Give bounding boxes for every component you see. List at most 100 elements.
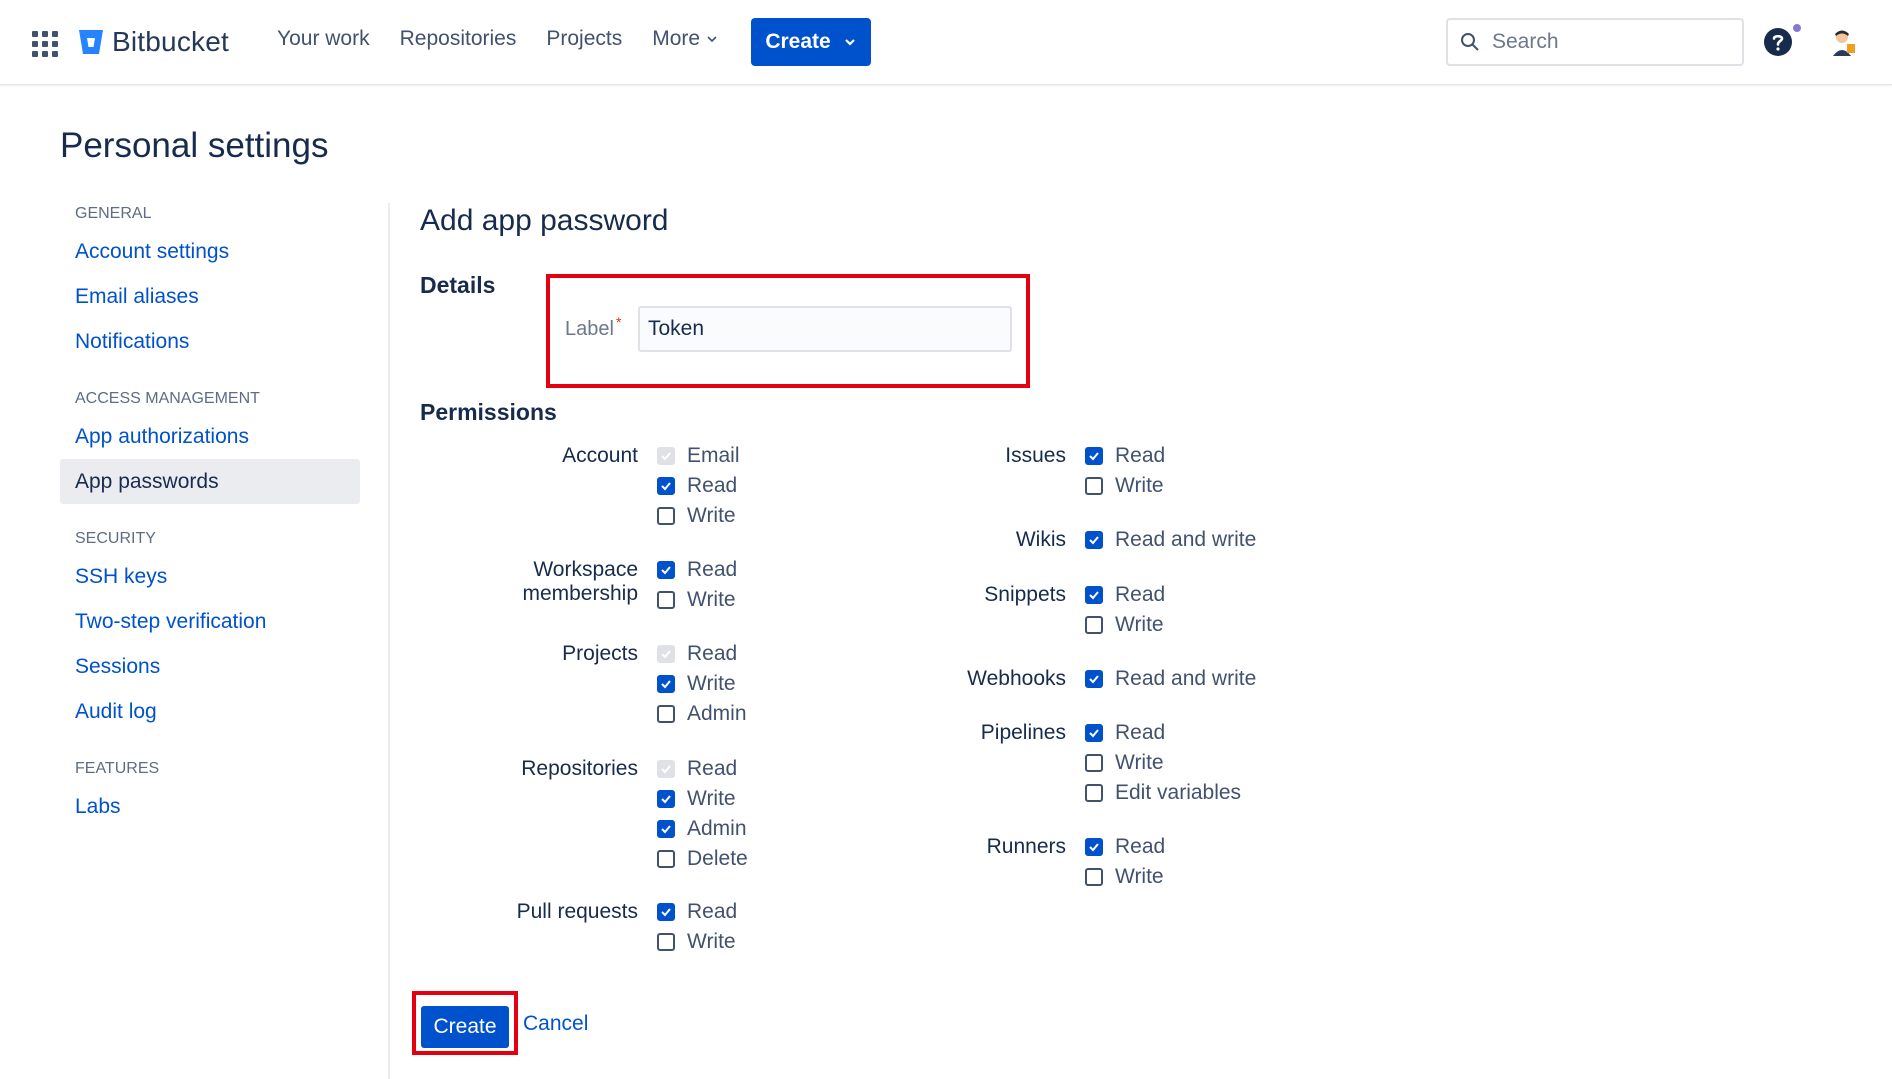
permission-option-label: Read <box>687 558 738 581</box>
checkbox-unchecked-icon[interactable] <box>657 933 675 951</box>
permission-account-write[interactable]: Write <box>657 501 736 531</box>
sidebar-item-ssh-keys[interactable]: SSH keys <box>60 554 360 599</box>
permission-issues-write[interactable]: Write <box>1085 471 1164 501</box>
checkbox-checked-icon[interactable] <box>1085 447 1103 465</box>
permission-issues-read[interactable]: Read <box>1085 441 1165 471</box>
create-button-label: Create <box>765 30 831 53</box>
permission-repositories-write[interactable]: Write <box>657 784 736 814</box>
permission-workspace-membership-read[interactable]: Read <box>657 555 737 585</box>
sidebar-item-notifications[interactable]: Notifications <box>60 319 360 364</box>
checkbox-unchecked-icon[interactable] <box>1085 868 1103 886</box>
checkbox-unchecked-icon[interactable] <box>657 705 675 723</box>
permission-label-wikis: Wikis <box>1015 528 1066 551</box>
permission-repositories-admin[interactable]: Admin <box>657 814 747 844</box>
checkbox-checked-icon[interactable] <box>657 477 675 495</box>
search-icon <box>1461 33 1479 51</box>
permission-label-webhooks: Webhooks <box>967 667 1066 690</box>
permission-option-label: Write <box>1115 613 1164 636</box>
sidebar-item-two-step-verification[interactable]: Two-step verification <box>60 599 360 644</box>
nav-more[interactable]: More <box>652 27 718 51</box>
permission-wikis-read-and-write[interactable]: Read and write <box>1085 525 1256 555</box>
permission-option-label: Write <box>687 588 736 611</box>
permission-pull-requests-read[interactable]: Read <box>657 897 737 927</box>
submit-create-button[interactable]: Create <box>421 1006 509 1048</box>
bitbucket-logo[interactable]: Bitbucket <box>78 26 229 58</box>
notification-dot <box>1791 22 1803 34</box>
app-switcher-icon[interactable] <box>32 31 58 57</box>
checkbox-checked-icon[interactable] <box>657 561 675 579</box>
checkbox-checked-icon[interactable] <box>1085 531 1103 549</box>
page-title: Personal settings <box>60 126 329 165</box>
permission-pipelines-edit-variables[interactable]: Edit variables <box>1085 778 1241 808</box>
bitbucket-logo-icon <box>79 30 103 54</box>
permission-repositories-delete[interactable]: Delete <box>657 844 748 874</box>
permission-option-label: Read <box>1115 583 1166 606</box>
nav-repositories[interactable]: Repositories <box>400 27 517 51</box>
checkbox-checked-icon <box>657 447 675 465</box>
checkbox-unchecked-icon[interactable] <box>1085 616 1103 634</box>
checkbox-checked-icon[interactable] <box>657 903 675 921</box>
checkbox-unchecked-icon[interactable] <box>657 507 675 525</box>
form-title: Add app password <box>420 204 669 237</box>
sidebar-item-audit-log[interactable]: Audit log <box>60 689 360 734</box>
permission-projects-write[interactable]: Write <box>657 669 736 699</box>
permission-option-label: Admin <box>687 817 747 840</box>
permission-webhooks-read-and-write[interactable]: Read and write <box>1085 664 1256 694</box>
permissions-heading: Permissions <box>420 399 557 425</box>
permission-pull-requests-write[interactable]: Write <box>657 927 736 957</box>
sidebar-item-email-aliases[interactable]: Email aliases <box>60 274 360 319</box>
permission-label-repositories: Repositories <box>521 757 638 780</box>
permission-label-pull-requests: Pull requests <box>516 900 638 923</box>
permission-repositories-read: Read <box>657 754 737 784</box>
nav-your-work[interactable]: Your work <box>277 27 370 51</box>
sidebar-item-labs[interactable]: Labs <box>60 784 360 829</box>
checkbox-checked-icon[interactable] <box>1085 586 1103 604</box>
sidebar-item-sessions[interactable]: Sessions <box>60 644 360 689</box>
checkbox-checked-icon[interactable] <box>1085 724 1103 742</box>
permission-option-label: Write <box>687 672 736 695</box>
permission-pipelines-read[interactable]: Read <box>1085 718 1165 748</box>
nav-projects[interactable]: Projects <box>546 27 622 51</box>
checkbox-checked-icon[interactable] <box>657 675 675 693</box>
checkbox-checked-icon[interactable] <box>1085 838 1103 856</box>
checkbox-unchecked-icon[interactable] <box>1085 784 1103 802</box>
sidebar-item-account-settings[interactable]: Account settings <box>60 229 360 274</box>
settings-sidebar: GENERAL Account settings Email aliases N… <box>60 205 360 855</box>
sidebar-item-app-authorizations[interactable]: App authorizations <box>60 414 360 459</box>
permission-label-runners: Runners <box>986 835 1066 858</box>
label-input[interactable] <box>638 306 1012 352</box>
avatar[interactable] <box>1825 24 1861 60</box>
main-nav: Your work Repositories Projects More <box>277 27 748 51</box>
permission-account-email: Email <box>657 441 740 471</box>
cancel-link[interactable]: Cancel <box>523 1012 588 1036</box>
search-box[interactable] <box>1446 18 1744 66</box>
sidebar-heading: GENERAL <box>75 205 152 222</box>
sidebar-heading: FEATURES <box>75 760 160 777</box>
permission-option-label: Edit variables <box>1115 781 1242 804</box>
permission-runners-write[interactable]: Write <box>1085 862 1164 892</box>
permission-snippets-write[interactable]: Write <box>1085 610 1164 640</box>
permission-option-label: Delete <box>687 847 748 870</box>
checkbox-checked-icon[interactable] <box>657 790 675 808</box>
permission-option-label: Read and write <box>1115 528 1257 551</box>
permission-snippets-read[interactable]: Read <box>1085 580 1165 610</box>
sidebar-item-app-passwords[interactable]: App passwords <box>60 459 360 504</box>
create-button[interactable]: Create <box>751 18 871 66</box>
checkbox-unchecked-icon[interactable] <box>1085 754 1103 772</box>
permission-label-pipelines: Pipelines <box>980 721 1066 744</box>
checkbox-checked-icon[interactable] <box>657 820 675 838</box>
help-icon[interactable] <box>1763 27 1793 57</box>
sidebar-heading: SECURITY <box>75 530 156 547</box>
checkbox-unchecked-icon[interactable] <box>657 591 675 609</box>
checkbox-checked-icon[interactable] <box>1085 670 1103 688</box>
search-input[interactable] <box>1492 30 1712 54</box>
permission-workspace-membership-write[interactable]: Write <box>657 585 736 615</box>
chevron-down-icon <box>707 36 717 43</box>
permission-runners-read[interactable]: Read <box>1085 832 1165 862</box>
permission-account-read[interactable]: Read <box>657 471 737 501</box>
checkbox-unchecked-icon[interactable] <box>657 850 675 868</box>
details-heading: Details <box>420 272 496 298</box>
checkbox-unchecked-icon[interactable] <box>1085 477 1103 495</box>
permission-projects-admin[interactable]: Admin <box>657 699 747 729</box>
permission-pipelines-write[interactable]: Write <box>1085 748 1164 778</box>
